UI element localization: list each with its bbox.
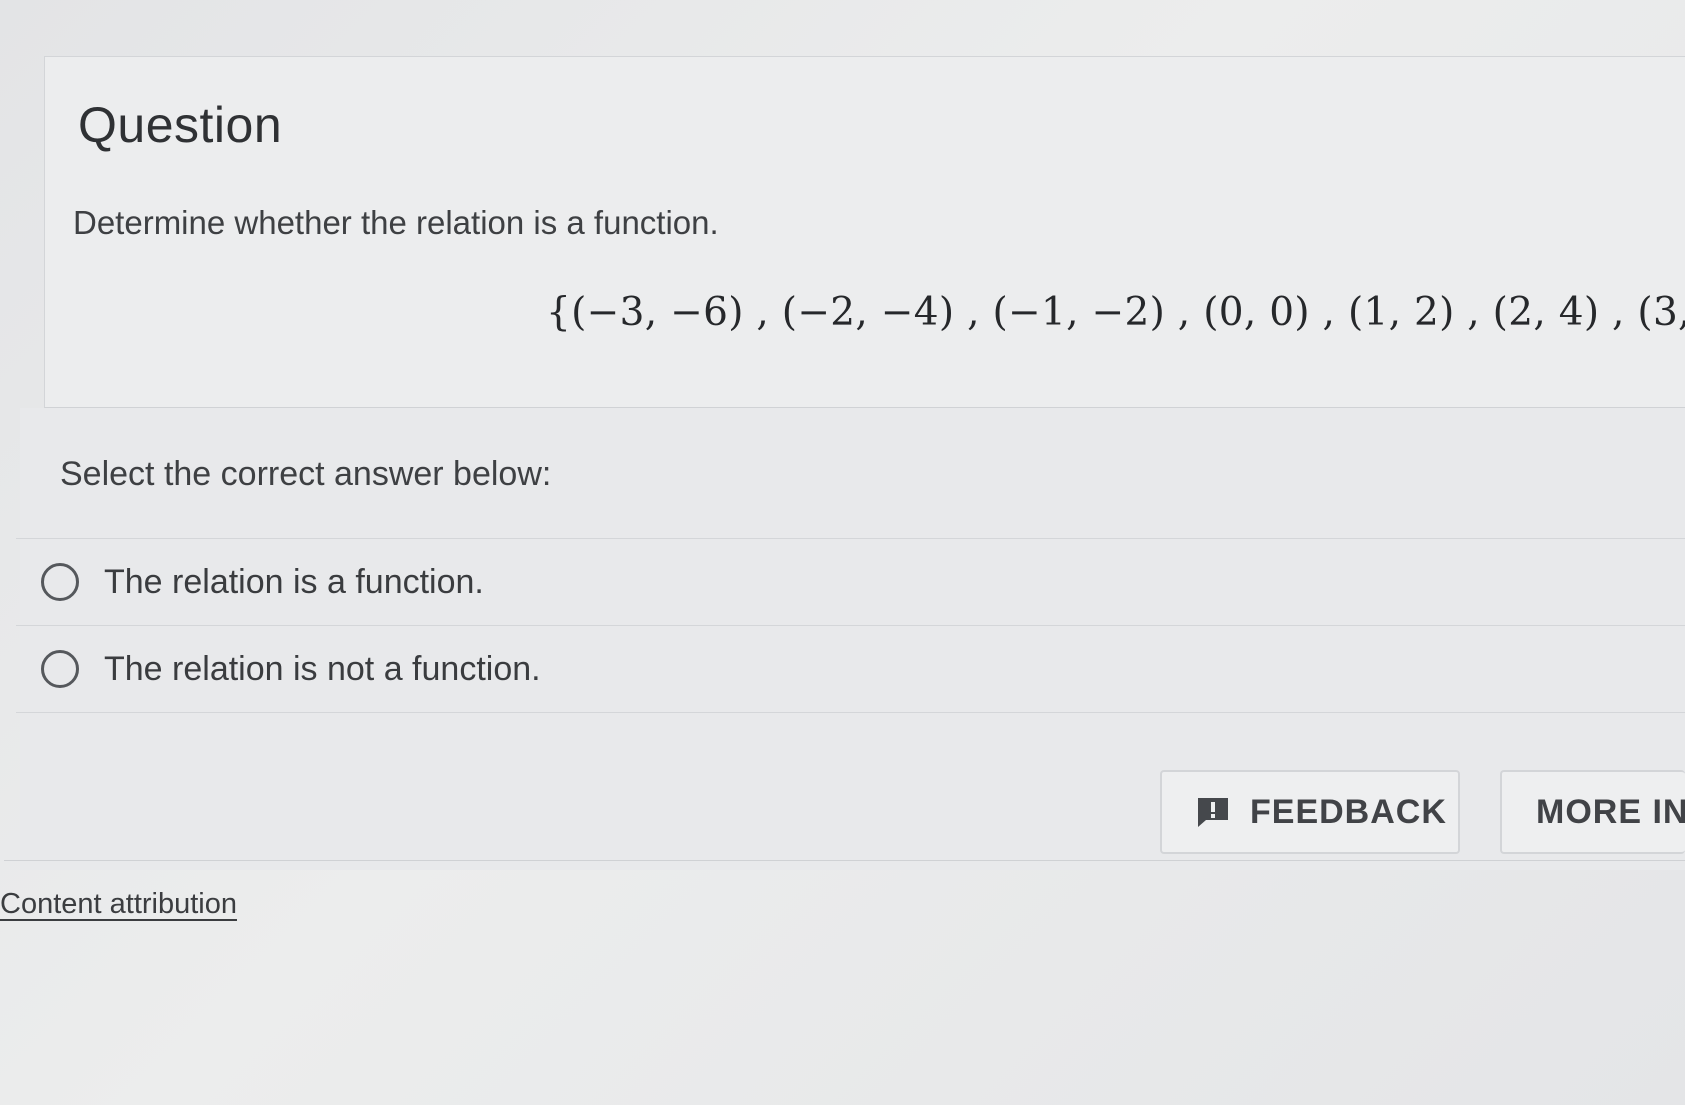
radio-button[interactable] [41,650,79,688]
answer-option-not-function[interactable]: The relation is not a function. [16,625,1685,713]
relation-set: {(−3, −6) , (−2, −4) , (−1, −2) , (0, 0)… [546,290,1685,335]
feedback-button[interactable]: FEEDBACK [1160,770,1460,854]
content-attribution-link[interactable]: Content attribution [0,888,237,921]
more-info-button-label: MORE IN [1536,792,1685,831]
question-prompt: Determine whether the relation is a func… [73,204,719,241]
answer-instruction: Select the correct answer below: [60,455,552,493]
footer-divider [4,860,1685,861]
answer-option-label: The relation is not a function. [104,649,541,688]
answer-option-is-function[interactable]: The relation is a function. [16,538,1685,625]
answer-option-label: The relation is a function. [104,562,484,601]
feedback-alert-icon [1198,798,1228,827]
feedback-button-label: FEEDBACK [1250,792,1447,831]
page: Question Determine whether the relation … [0,0,1685,1105]
radio-button[interactable] [41,563,79,601]
more-info-button[interactable]: MORE IN [1500,770,1685,854]
question-title: Question [78,97,283,153]
